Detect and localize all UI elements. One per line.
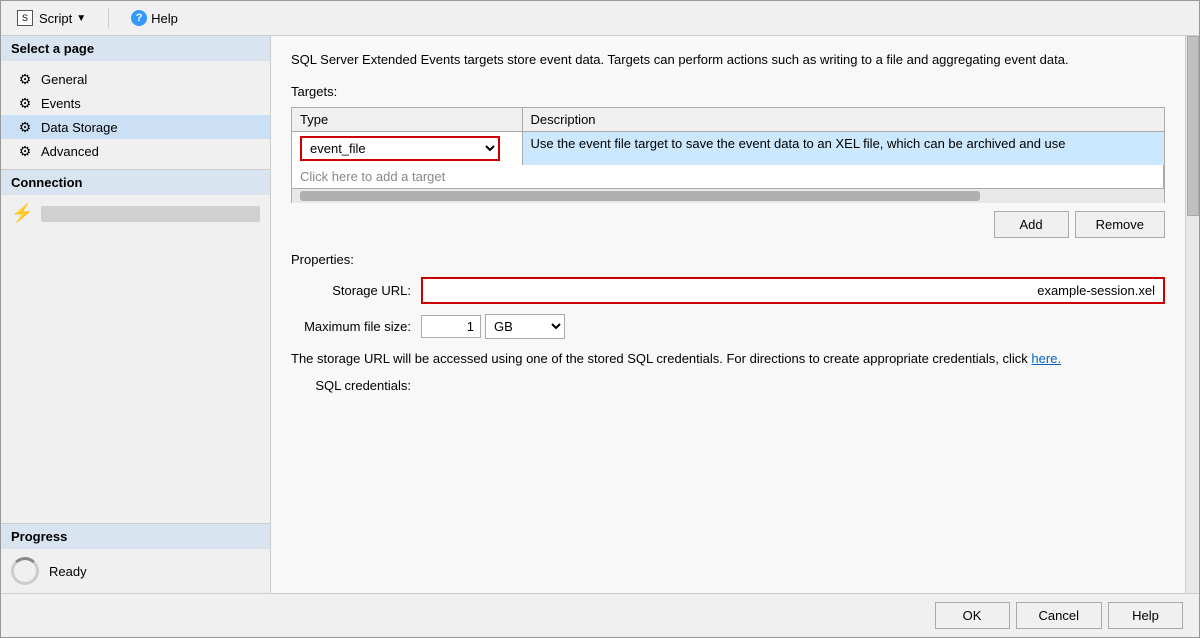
right-content: SQL Server Extended Events targets store… bbox=[271, 36, 1185, 593]
info-text: The storage URL will be accessed using o… bbox=[291, 349, 1165, 369]
remove-button[interactable]: Remove bbox=[1075, 211, 1165, 238]
unit-select[interactable]: KB MB GB TB bbox=[485, 314, 565, 339]
horizontal-scrollbar[interactable] bbox=[292, 188, 1164, 202]
sidebar-item-events[interactable]: ⚙ Events bbox=[1, 91, 270, 115]
help-label: Help bbox=[151, 11, 178, 26]
progress-section: Progress Ready bbox=[1, 523, 270, 593]
sql-credentials-row: SQL credentials: bbox=[291, 378, 1165, 393]
type-cell: event_file etw_classic_sync_target histo… bbox=[292, 131, 522, 165]
data-storage-icon: ⚙ bbox=[17, 119, 33, 135]
ok-button[interactable]: OK bbox=[935, 602, 1010, 629]
scrollbar-thumb bbox=[300, 191, 980, 201]
nav-items: ⚙ General ⚙ Events ⚙ Data Storage ⚙ Adva… bbox=[1, 61, 270, 169]
description-cell: Use the event file target to save the ev… bbox=[522, 131, 1164, 165]
left-panel: Select a page ⚙ General ⚙ Events ⚙ Data … bbox=[1, 36, 271, 593]
select-page-header: Select a page bbox=[1, 36, 270, 61]
storage-url-row: Storage URL: bbox=[291, 277, 1165, 304]
connection-header: Connection bbox=[1, 170, 270, 195]
btn-row: Add Remove bbox=[291, 211, 1165, 238]
right-panel: SQL Server Extended Events targets store… bbox=[271, 36, 1199, 593]
targets-table-container: Type Description event_file etw_cl bbox=[291, 107, 1165, 203]
dialog-body: Select a page ⚙ General ⚙ Events ⚙ Data … bbox=[1, 36, 1199, 593]
connection-section: Connection ⚡ bbox=[1, 169, 270, 232]
sidebar-item-label: Advanced bbox=[41, 144, 99, 159]
file-size-input[interactable] bbox=[421, 315, 481, 338]
progress-spinner bbox=[11, 557, 39, 585]
help-button[interactable]: ? Help bbox=[125, 7, 184, 29]
sql-credentials-label: SQL credentials: bbox=[291, 378, 421, 393]
connection-content: ⚡ bbox=[1, 195, 270, 232]
description-text: SQL Server Extended Events targets store… bbox=[291, 50, 1165, 70]
type-select[interactable]: event_file etw_classic_sync_target histo… bbox=[300, 136, 500, 161]
storage-url-label: Storage URL: bbox=[291, 283, 421, 298]
general-icon: ⚙ bbox=[17, 71, 33, 87]
sidebar-item-data-storage[interactable]: ⚙ Data Storage bbox=[1, 115, 270, 139]
help-icon: ? bbox=[131, 10, 147, 26]
file-size-label: Maximum file size: bbox=[291, 319, 421, 334]
targets-label: Targets: bbox=[291, 84, 1165, 99]
toolbar-separator bbox=[108, 8, 109, 28]
toolbar: S Script ▼ ? Help bbox=[1, 1, 1199, 36]
sidebar-item-label: Events bbox=[41, 96, 81, 111]
scrollbar-track bbox=[292, 189, 1164, 203]
dialog-footer: OK Cancel Help bbox=[1, 593, 1199, 637]
connection-icon: ⚡ bbox=[11, 203, 33, 224]
vertical-scrollbar[interactable] bbox=[1185, 36, 1199, 593]
events-icon: ⚙ bbox=[17, 95, 33, 111]
advanced-icon: ⚙ bbox=[17, 143, 33, 159]
sidebar-item-label: General bbox=[41, 72, 87, 87]
script-label: Script bbox=[39, 11, 72, 26]
targets-table: Type Description event_file etw_cl bbox=[292, 108, 1164, 188]
add-button[interactable]: Add bbox=[994, 211, 1069, 238]
scrollbar-thumb-vertical bbox=[1187, 36, 1199, 216]
script-button[interactable]: S Script ▼ bbox=[11, 7, 92, 29]
cancel-button[interactable]: Cancel bbox=[1016, 602, 1102, 629]
table-row: event_file etw_classic_sync_target histo… bbox=[292, 131, 1164, 165]
sidebar-item-label: Data Storage bbox=[41, 120, 118, 135]
progress-status: Ready bbox=[49, 564, 87, 579]
script-icon: S bbox=[17, 10, 33, 26]
sidebar-item-advanced[interactable]: ⚙ Advanced bbox=[1, 139, 270, 163]
connection-bar bbox=[41, 206, 260, 222]
progress-content: Ready bbox=[1, 549, 270, 593]
file-size-row: Maximum file size: KB MB GB TB bbox=[291, 314, 1165, 339]
type-column-header: Type bbox=[292, 108, 522, 132]
help-footer-button[interactable]: Help bbox=[1108, 602, 1183, 629]
storage-url-input[interactable] bbox=[421, 277, 1165, 304]
here-link[interactable]: here. bbox=[1031, 351, 1061, 366]
info-text-content: The storage URL will be accessed using o… bbox=[291, 351, 1031, 366]
script-dropdown-icon[interactable]: ▼ bbox=[76, 13, 86, 24]
add-target-row[interactable]: Click here to add a target bbox=[292, 165, 1164, 188]
properties-label: Properties: bbox=[291, 252, 1165, 267]
sidebar-item-general[interactable]: ⚙ General bbox=[1, 67, 270, 91]
description-column-header: Description bbox=[522, 108, 1164, 132]
add-target-cell[interactable]: Click here to add a target bbox=[292, 165, 1164, 188]
progress-header: Progress bbox=[1, 524, 270, 549]
